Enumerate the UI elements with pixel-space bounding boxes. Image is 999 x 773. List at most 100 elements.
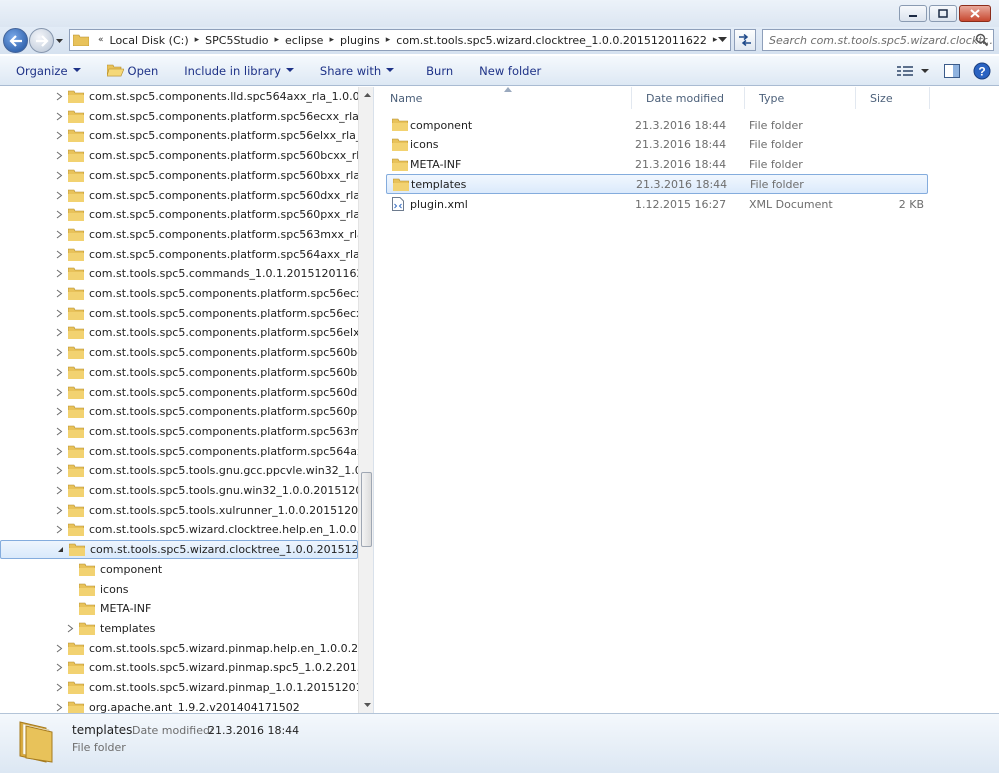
breadcrumb-clocktree[interactable]: com.st.tools.spc5.wizard.clocktree_1.0.0… [396, 34, 707, 47]
expand-arrow-icon[interactable] [66, 624, 75, 633]
tree-item[interactable]: com.st.tools.spc5.wizard.pinmap.help.en_… [0, 639, 358, 658]
tree-item[interactable]: com.st.spc5.components.platform.spc560dx… [0, 186, 358, 205]
tree-item[interactable]: com.st.spc5.components.platform.spc560px… [0, 205, 358, 224]
breadcrumb-separator-icon[interactable]: ▸ [195, 35, 200, 45]
tree-item[interactable]: com.st.spc5.components.platform.spc560bx… [0, 166, 358, 185]
tree-item[interactable]: com.st.tools.spc5.tools.gnu.win32_1.0.0.… [0, 481, 358, 500]
share-with-button[interactable]: Share with [302, 56, 402, 85]
expand-arrow-icon[interactable] [55, 703, 64, 712]
organize-button[interactable]: Organize [0, 56, 89, 85]
breadcrumb-eclipse[interactable]: eclipse [285, 34, 323, 47]
file-list[interactable]: Name Date modified Type Size component 21… [376, 87, 999, 713]
tree-item[interactable]: META-INF [0, 599, 358, 618]
search-icon[interactable] [975, 33, 989, 47]
tree-item[interactable]: com.st.tools.spc5.components.platform.sp… [0, 402, 358, 421]
forward-button[interactable] [29, 28, 54, 53]
scroll-down-button[interactable] [359, 697, 373, 713]
tree-item[interactable]: com.st.tools.spc5.components.platform.sp… [0, 304, 358, 323]
file-row[interactable]: templates 21.3.2016 18:44 File folder [386, 174, 928, 195]
breadcrumb-separator-icon[interactable]: ▸ [386, 35, 391, 45]
tree-item[interactable]: org.apache.ant_1.9.2.v201404171502 [0, 698, 358, 713]
expand-arrow-icon[interactable] [55, 506, 64, 515]
minimize-button[interactable] [899, 5, 927, 22]
expand-arrow-icon[interactable] [55, 328, 64, 337]
tree-item[interactable]: com.st.tools.spc5.tools.xulrunner_1.0.0.… [0, 501, 358, 520]
open-button[interactable]: Open [89, 56, 167, 85]
change-view-button[interactable] [893, 60, 933, 82]
expand-arrow-icon[interactable] [55, 230, 64, 239]
expand-arrow-icon[interactable] [55, 112, 64, 121]
maximize-button[interactable] [929, 5, 957, 22]
scroll-up-button[interactable] [359, 87, 373, 103]
expand-arrow-icon[interactable] [55, 466, 64, 475]
column-header-size[interactable]: Size [856, 87, 930, 109]
expand-arrow-icon[interactable] [55, 92, 64, 101]
expand-arrow-icon[interactable] [55, 151, 64, 160]
tree-item[interactable]: com.st.spc5.components.platform.spc56ecx… [0, 107, 358, 126]
expand-arrow-icon[interactable] [55, 368, 64, 377]
expand-arrow-icon[interactable] [55, 210, 64, 219]
tree-item[interactable]: com.st.tools.spc5.components.platform.sp… [0, 363, 358, 382]
new-folder-button[interactable]: New folder [461, 56, 549, 85]
breadcrumb-local-disk[interactable]: Local Disk (C:) [110, 34, 189, 47]
back-button[interactable] [3, 28, 28, 53]
expand-arrow-icon[interactable] [55, 131, 64, 140]
file-row[interactable]: icons 21.3.2016 18:44 File folder [386, 135, 928, 155]
recent-pages-chevron-icon[interactable] [55, 37, 64, 46]
expand-arrow-icon[interactable] [55, 525, 64, 534]
tree-item[interactable]: com.st.tools.spc5.components.platform.sp… [0, 343, 358, 362]
tree-item[interactable]: component [0, 560, 358, 579]
tree-item[interactable]: com.st.tools.spc5.wizard.pinmap_1.0.1.20… [0, 678, 358, 697]
column-header-type[interactable]: Type [745, 87, 856, 109]
file-row[interactable]: META-INF 21.3.2016 18:44 File folder [386, 155, 928, 175]
tree-item[interactable]: com.st.tools.spc5.components.platform.sp… [0, 383, 358, 402]
tree-item[interactable]: com.st.tools.spc5.components.platform.sp… [0, 422, 358, 441]
close-button[interactable] [959, 5, 991, 22]
tree-item[interactable]: com.st.tools.spc5.tools.gnu.gcc.ppcvle.w… [0, 461, 358, 480]
expand-arrow-icon[interactable] [55, 486, 64, 495]
file-row[interactable]: plugin.xml 1.12.2015 16:27 XML Document 2 K… [386, 194, 928, 214]
column-header-date-modified[interactable]: Date modified [632, 87, 745, 109]
tree-item[interactable]: com.st.tools.spc5.wizard.clocktree.help.… [0, 520, 358, 539]
expand-arrow-icon[interactable] [55, 427, 64, 436]
tree-item[interactable]: com.st.spc5.components.platform.spc560bc… [0, 146, 358, 165]
navigation-tree[interactable]: com.st.spc5.components.lld.spc564axx_rla… [0, 87, 374, 713]
tree-item[interactable]: com.st.spc5.components.lld.spc564axx_rla… [0, 87, 358, 106]
expand-arrow-icon[interactable] [55, 683, 64, 692]
expand-arrow-icon[interactable] [55, 289, 64, 298]
scrollbar-thumb[interactable] [361, 472, 372, 547]
expand-arrow-icon[interactable] [55, 171, 64, 180]
expand-arrow-icon[interactable] [55, 269, 64, 278]
tree-item[interactable]: com.st.spc5.components.platform.spc56elx… [0, 126, 358, 145]
expand-arrow-icon[interactable] [55, 663, 64, 672]
expand-arrow-icon[interactable] [55, 250, 64, 259]
file-row[interactable]: component 21.3.2016 18:44 File folder [386, 115, 928, 135]
collapse-arrow-icon[interactable] [56, 545, 65, 554]
tree-scrollbar[interactable] [358, 87, 373, 713]
column-header-name[interactable]: Name [376, 87, 632, 109]
search-input[interactable]: Search com.st.tools.spc5.wizard.clocktr.… [762, 29, 994, 51]
tree-item[interactable]: com.st.tools.spc5.components.platform.sp… [0, 323, 358, 342]
expand-arrow-icon[interactable] [55, 407, 64, 416]
address-bar[interactable]: « Local Disk (C:) ▸ SPC5Studio ▸ eclipse… [69, 29, 731, 51]
tree-item[interactable]: com.st.tools.spc5.commands_1.0.1.2015120… [0, 264, 358, 283]
include-in-library-button[interactable]: Include in library [166, 56, 302, 85]
tree-item[interactable]: com.st.tools.spc5.components.platform.sp… [0, 442, 358, 461]
expand-arrow-icon[interactable] [55, 447, 64, 456]
expand-arrow-icon[interactable] [55, 644, 64, 653]
expand-arrow-icon[interactable] [55, 388, 64, 397]
tree-item[interactable]: com.st.tools.spc5.wizard.clocktree_1.0.0… [0, 540, 358, 560]
tree-item[interactable]: com.st.tools.spc5.components.platform.sp… [0, 284, 358, 303]
preview-pane-button[interactable] [941, 60, 963, 82]
breadcrumb-overflow-chevron-icon[interactable]: « [98, 35, 104, 45]
breadcrumb-separator-icon[interactable]: ▸ [329, 35, 334, 45]
burn-button[interactable]: Burn [402, 56, 461, 85]
expand-arrow-icon[interactable] [55, 309, 64, 318]
tree-item[interactable]: templates [0, 619, 358, 638]
refresh-button[interactable] [734, 29, 756, 51]
tree-item[interactable]: com.st.tools.spc5.wizard.pinmap.spc5_1.0… [0, 658, 358, 677]
breadcrumb-plugins[interactable]: plugins [340, 34, 380, 47]
tree-item[interactable]: com.st.spc5.components.platform.spc563mx… [0, 225, 358, 244]
address-dropdown-button[interactable] [714, 30, 730, 50]
expand-arrow-icon[interactable] [55, 348, 64, 357]
